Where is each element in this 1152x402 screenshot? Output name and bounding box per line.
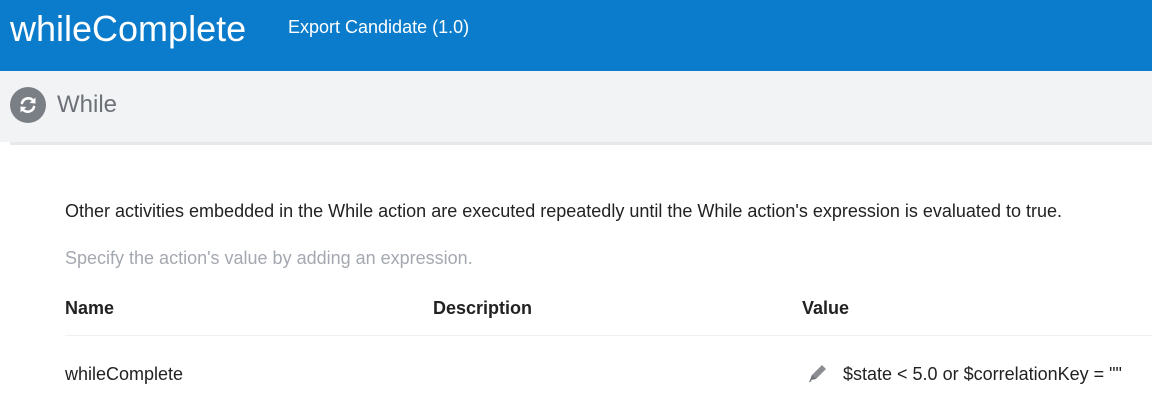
column-header-name: Name <box>65 298 115 318</box>
page-subtitle: Export Candidate (1.0) <box>288 17 470 37</box>
column-header-value: Value <box>802 298 850 318</box>
section-bar <box>0 71 1152 142</box>
pencil-icon[interactable] <box>806 361 830 385</box>
column-header-description: Description <box>433 298 533 318</box>
row-name-cell: whileComplete <box>65 364 184 384</box>
section-title: While <box>57 91 118 118</box>
action-description: Other activities embedded in the While a… <box>65 201 1062 221</box>
row-value-cell[interactable]: $state < 5.0 or $correlationKey = "" <box>843 363 1122 385</box>
app-header: whileComplete Export Candidate (1.0) <box>0 0 1152 71</box>
refresh-cycle-icon <box>10 87 46 123</box>
expression-hint: Specify the action's value by adding an … <box>65 248 473 268</box>
page-title: whileComplete <box>10 8 247 49</box>
table-divider <box>65 335 1152 336</box>
